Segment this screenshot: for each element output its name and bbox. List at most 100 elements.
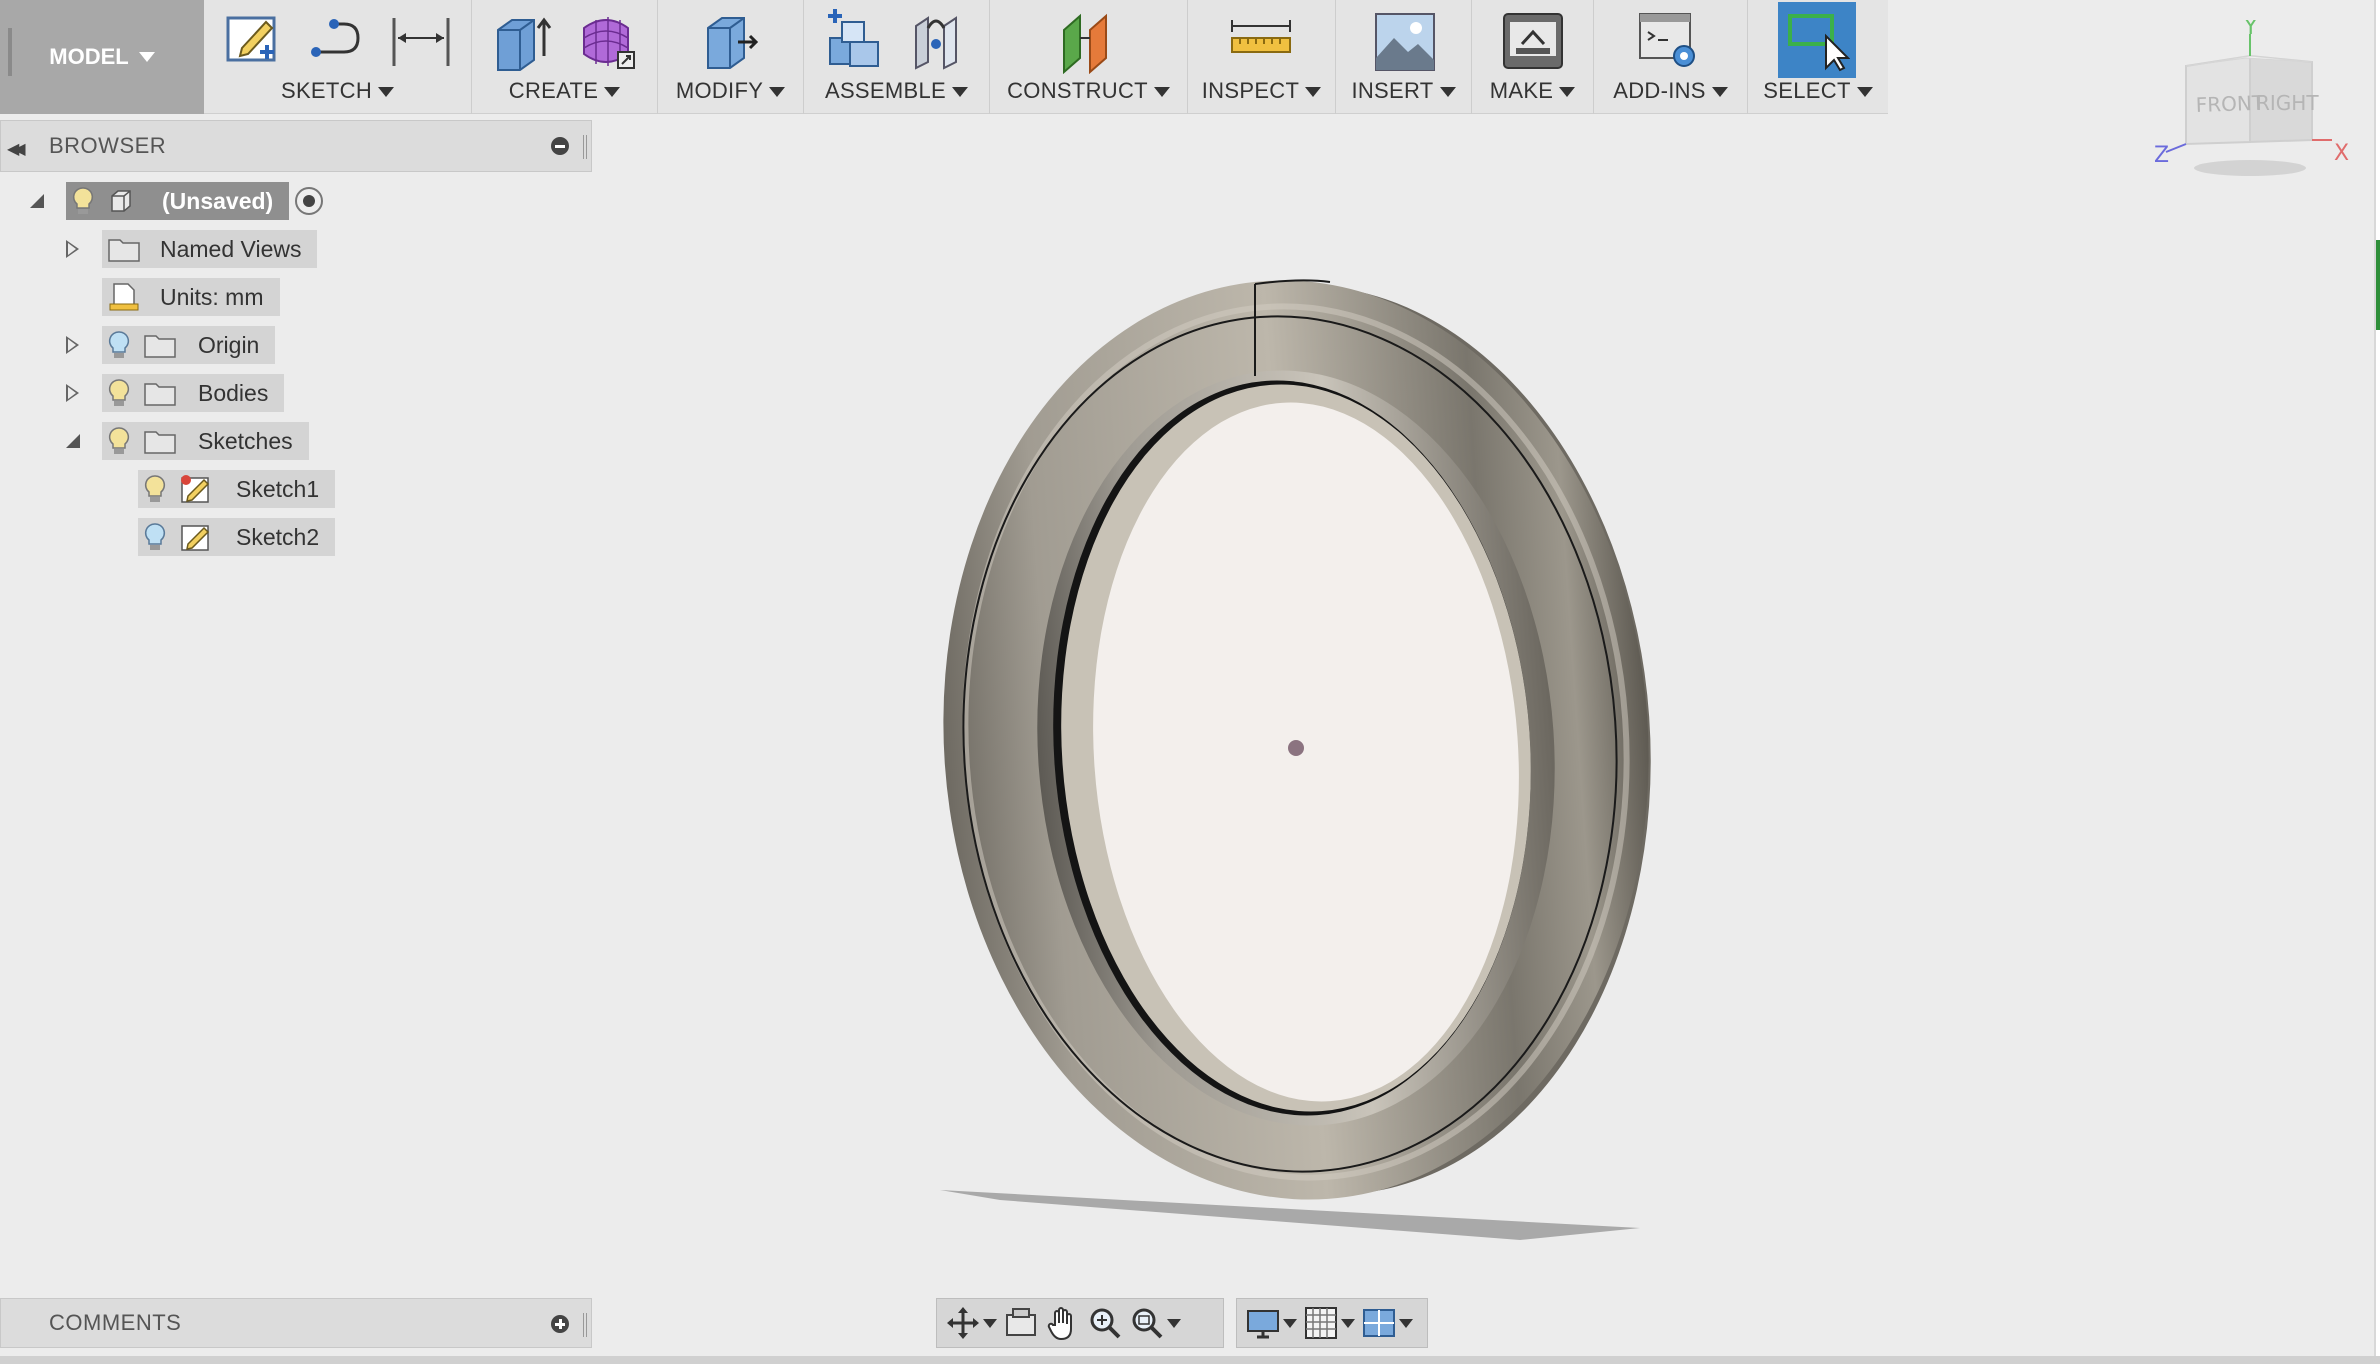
3d-print-icon[interactable] (1500, 8, 1566, 74)
extrude-icon[interactable] (490, 8, 556, 74)
browser-title: BROWSER (49, 133, 167, 158)
expand-comments-button[interactable] (551, 1315, 569, 1333)
select-menu[interactable]: SELECT (1748, 78, 1888, 104)
chevron-down-icon (1439, 87, 1456, 98)
new-component-icon[interactable] (822, 8, 888, 74)
zoom-button[interactable] (1087, 1305, 1123, 1341)
chevron-down-icon (769, 87, 786, 98)
inspect-menu[interactable]: INSPECT (1188, 78, 1335, 104)
assemble-menu[interactable]: ASSEMBLE (804, 78, 989, 104)
insert-image-icon[interactable] (1372, 8, 1438, 74)
comments-panel-header: COMMENTS (0, 1298, 592, 1348)
expand-triangle-icon[interactable] (66, 240, 79, 258)
collapse-triangle-icon[interactable] (66, 434, 80, 448)
chevron-down-icon (604, 87, 621, 98)
chevron-down-icon (1559, 87, 1576, 98)
workspace-mode-label: MODEL (49, 44, 129, 69)
measure-icon[interactable] (1228, 8, 1294, 74)
y-axis-label: Y (2243, 20, 2258, 40)
comments-title: COMMENTS (49, 1310, 182, 1335)
tree-item-label: Sketches (198, 427, 293, 454)
expand-triangle-icon[interactable] (66, 384, 79, 402)
hand-icon (1047, 1307, 1072, 1341)
chevron-down-icon[interactable] (1283, 1318, 1297, 1328)
press-pull-icon[interactable] (698, 8, 764, 74)
toolbar-group-inspect: INSPECT (1188, 0, 1336, 114)
look-at-button[interactable] (1003, 1305, 1039, 1341)
insert-menu-label: INSERT (1351, 78, 1434, 103)
pan-button[interactable] (1045, 1305, 1081, 1341)
toolbar-group-sketch: SKETCH (204, 0, 472, 114)
sketch-menu-label: SKETCH (280, 78, 373, 103)
lightbulb-icon[interactable] (108, 378, 130, 408)
modify-menu[interactable]: MODIFY (658, 78, 803, 104)
view-cube-front-label: FRONT (2195, 91, 2265, 117)
offset-plane-icon[interactable] (1056, 8, 1122, 75)
workspace-mode-button[interactable]: MODEL (0, 0, 204, 114)
main-toolbar: MODEL SKETCH CREATE MODIFY ASSEMBLE CONS… (0, 0, 1888, 114)
insert-menu[interactable]: INSERT (1336, 78, 1471, 104)
lightbulb-icon[interactable] (144, 522, 166, 552)
make-menu[interactable]: MAKE (1472, 78, 1593, 104)
browser-root-node[interactable]: (Unsaved) (66, 182, 324, 220)
scripts-addins-icon[interactable] (1636, 8, 1702, 74)
collapse-panel-icon[interactable]: ◀◀ (7, 139, 25, 159)
construct-menu[interactable]: CONSTRUCT (990, 78, 1187, 104)
expand-triangle-icon[interactable] (66, 336, 79, 354)
create-menu-label: CREATE (508, 78, 599, 103)
tree-item-sketch2[interactable]: Sketch2 (138, 518, 336, 556)
chevron-down-icon (1305, 87, 1322, 98)
tree-item-sketch1[interactable]: Sketch1 (138, 470, 336, 508)
toolbar-group-create: CREATE (472, 0, 658, 114)
chevron-down-icon[interactable] (983, 1318, 997, 1328)
chevron-down-icon[interactable] (1399, 1318, 1413, 1328)
tree-item-origin[interactable]: Origin (102, 326, 276, 364)
minimize-panel-button[interactable] (551, 137, 569, 155)
orbit-button[interactable] (945, 1305, 997, 1341)
toolbar-group-assemble: ASSEMBLE (804, 0, 990, 114)
3d-viewport[interactable] (600, 120, 2360, 1300)
line-tool-icon[interactable] (304, 8, 370, 74)
panel-resize-handle[interactable] (583, 1313, 587, 1337)
tree-item-label: Bodies (198, 379, 269, 406)
fit-button[interactable] (1129, 1305, 1181, 1341)
folder-icon (144, 332, 176, 358)
chevron-down-icon[interactable] (1167, 1318, 1181, 1328)
chevron-down-icon (138, 52, 155, 62)
folder-icon (108, 236, 140, 262)
viewports-button[interactable] (1361, 1305, 1413, 1341)
chevron-down-icon[interactable] (1341, 1318, 1355, 1328)
joint-icon[interactable] (906, 8, 972, 74)
make-menu-label: MAKE (1489, 78, 1554, 103)
toolbar-group-insert: INSERT (1336, 0, 1472, 114)
sketch-center-point[interactable] (1288, 740, 1304, 756)
z-axis-label: Z (2154, 143, 2169, 168)
lightbulb-icon[interactable] (108, 330, 130, 360)
sketch-menu[interactable]: SKETCH (204, 78, 471, 104)
create-sketch-icon[interactable] (220, 8, 286, 74)
dimension-tool-icon[interactable] (388, 8, 454, 74)
activate-component-radio[interactable] (295, 187, 324, 215)
assemble-menu-label: ASSEMBLE (824, 78, 946, 103)
tree-item-bodies[interactable]: Bodies (102, 374, 285, 412)
select-tool-icon[interactable] (1784, 6, 1851, 72)
grid-settings-button[interactable] (1303, 1305, 1355, 1341)
lightbulb-icon[interactable] (144, 474, 166, 504)
form-icon[interactable] (574, 8, 640, 74)
viewports-icon (1363, 1309, 1395, 1337)
tree-item-label: Origin (198, 331, 260, 358)
collapse-triangle-icon[interactable] (30, 194, 44, 208)
tree-item-sketches[interactable]: Sketches (102, 422, 309, 460)
navigation-bar (936, 1298, 1224, 1348)
create-menu[interactable]: CREATE (472, 78, 657, 104)
display-settings-button[interactable] (1245, 1305, 1297, 1341)
toolbar-group-select: SELECT (1748, 0, 1888, 114)
root-label: (Unsaved) (162, 187, 274, 214)
lightbulb-icon[interactable] (108, 426, 130, 456)
lightbulb-icon[interactable] (72, 186, 94, 216)
tree-item-units[interactable]: Units: mm (102, 278, 280, 316)
add-ins-menu[interactable]: ADD-INS (1594, 78, 1747, 104)
panel-resize-handle[interactable] (583, 135, 587, 159)
view-cube[interactable]: FRONT RIGHT Y Z X (2140, 20, 2370, 190)
tree-item-named-views[interactable]: Named Views (102, 230, 318, 268)
